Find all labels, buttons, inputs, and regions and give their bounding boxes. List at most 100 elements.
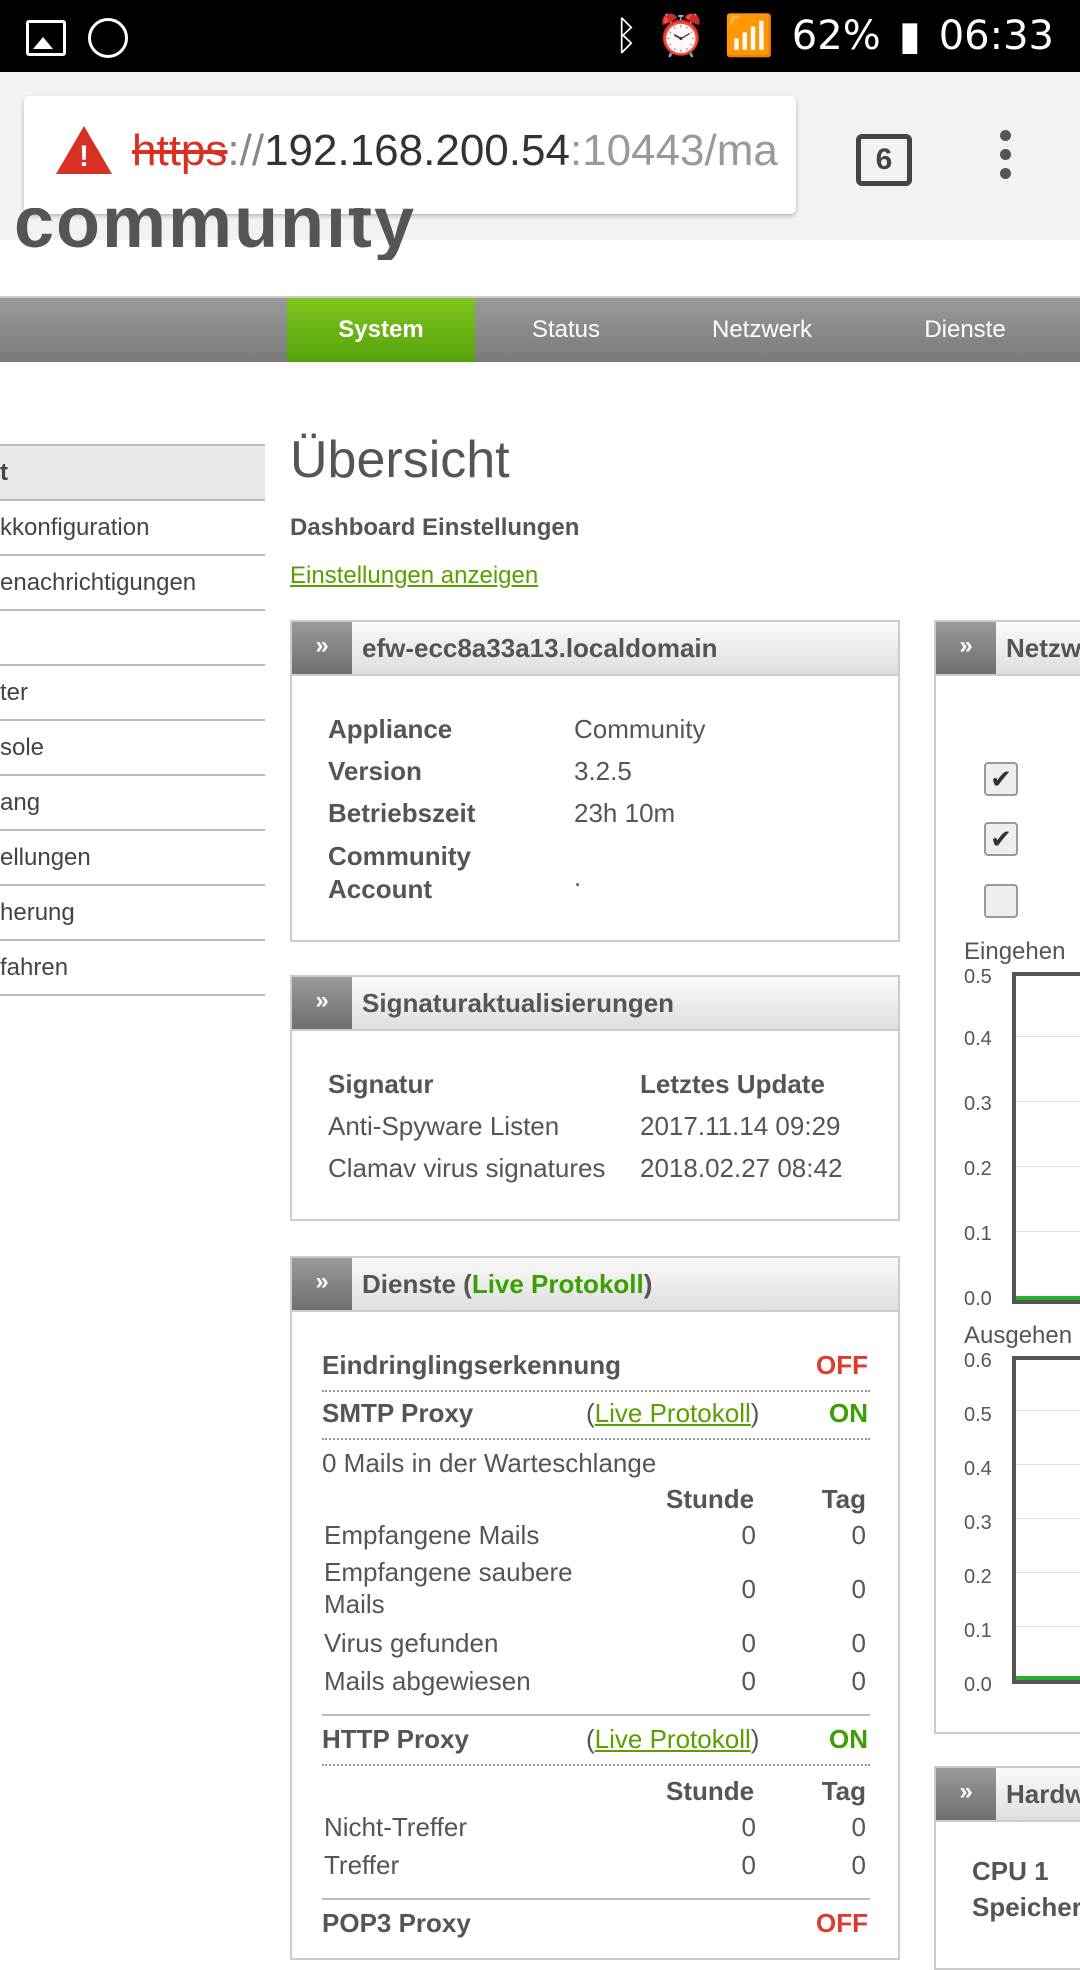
expand-arrow-icon[interactable]: » [936, 1768, 996, 1820]
y-tick: 0.1 [964, 1620, 992, 1642]
y-tick: 0.5 [964, 966, 992, 988]
sidebar-item[interactable]: fahren [0, 941, 265, 996]
y-tick: 0.2 [964, 1566, 992, 1588]
community-account-value: . [574, 862, 582, 892]
main-nav: System Status Netzwerk Dienste [0, 298, 1080, 362]
dashboard-settings-label: Dashboard Einstellungen [290, 514, 580, 541]
signature-col-header: Signatur [328, 1069, 434, 1099]
community-account-label: Community Account [328, 841, 471, 904]
hardware-panel-title: Hardw [1006, 1779, 1080, 1809]
sidebar-item[interactable] [0, 611, 265, 666]
gallery-icon [26, 20, 66, 56]
show-settings-link[interactable]: Einstellungen anzeigen [290, 562, 538, 590]
smtp-stat-day: 0 [851, 1520, 866, 1550]
y-tick: 0.4 [964, 1028, 992, 1050]
pop3-status: OFF [816, 1908, 868, 1938]
uptime-value: 23h 10m [574, 798, 676, 828]
smtp-live-log-link[interactable]: Live Protokoll [595, 1398, 751, 1428]
network-panel-header[interactable]: » Netzw [936, 622, 1080, 676]
network-checkbox-3[interactable] [984, 884, 1018, 918]
nav-system[interactable]: System [287, 298, 475, 362]
network-checkbox-1[interactable]: ✔ [984, 762, 1018, 796]
sidebar-item[interactable]: sole [0, 721, 265, 776]
outgoing-chart [1012, 1356, 1080, 1684]
signature-date: 2018.02.27 08:42 [640, 1153, 843, 1183]
url-text[interactable]: https://192.168.200.54:10443/ma [132, 126, 782, 176]
smtp-stat-day: 0 [851, 1574, 866, 1604]
cpu-label: CPU 1 [972, 1856, 1049, 1886]
hour-col-header: Stunde [666, 1484, 755, 1514]
services-panel-header[interactable]: » Dienste (Live Protokoll) [292, 1258, 898, 1312]
pop3-label: POP3 Proxy [322, 1908, 471, 1938]
y-tick: 0.4 [964, 1458, 992, 1480]
http-stat-day: 0 [851, 1812, 866, 1842]
expand-arrow-icon[interactable]: » [292, 622, 352, 674]
http-stat-hour: 0 [741, 1812, 756, 1842]
http-stat-hour: 0 [741, 1850, 756, 1880]
expand-arrow-icon[interactable]: » [292, 977, 352, 1029]
smtp-stat-name: Empfangene saubere Mails [324, 1557, 573, 1619]
bluetooth-icon: ᛒ [614, 12, 639, 59]
signature-name: Clamav virus signatures [328, 1153, 606, 1183]
overflow-menu-icon[interactable] [1000, 130, 1016, 187]
alarm-icon: ⏰ [656, 13, 706, 59]
smtp-live-log: (Live Protokoll) [586, 1398, 760, 1428]
signature-panel-title: Signaturaktualisierungen [362, 988, 675, 1018]
network-checkbox-2[interactable]: ✔ [984, 822, 1018, 856]
last-update-col-header: Letztes Update [640, 1069, 825, 1099]
incoming-series-line [1016, 1296, 1080, 1300]
host-panel-title: efw-ecc8a33a13.localdomain [362, 633, 718, 663]
signature-name: Anti-Spyware Listen [328, 1111, 560, 1141]
version-label: Version [328, 756, 422, 786]
wifi-icon: 📶 [723, 13, 774, 59]
services-panel: » Dienste (Live Protokoll) Eindringlings… [290, 1256, 900, 1960]
http-stat-day: 0 [851, 1850, 866, 1880]
expand-arrow-icon[interactable]: » [936, 622, 996, 674]
smtp-stat-hour: 0 [741, 1628, 756, 1658]
sidebar-item-active[interactable]: t [0, 444, 265, 501]
expand-arrow-icon[interactable]: » [292, 1258, 352, 1310]
sidebar-item[interactable]: ang [0, 776, 265, 831]
battery-icon: ▮ [898, 12, 921, 59]
y-tick: 0.3 [964, 1512, 992, 1534]
smtp-stat-hour: 0 [741, 1666, 756, 1696]
address-bar[interactable]: ! https://192.168.200.54:10443/ma [24, 96, 796, 214]
incoming-chart-label: Eingehen [964, 938, 1066, 965]
sidebar-item[interactable]: herung [0, 886, 265, 941]
sidebar-item[interactable]: ter [0, 666, 265, 721]
clock: 06:33 [938, 12, 1054, 59]
nav-dienste[interactable]: Dienste [867, 298, 1063, 362]
smtp-stat-hour: 0 [741, 1574, 756, 1604]
smtp-stat-day: 0 [851, 1628, 866, 1658]
network-panel: » Netzw ✔ ✔ Eingehen 0.5 0.4 0.3 0.2 0.1… [934, 620, 1080, 1734]
sidebar: t kkonfiguration enachrichtigungen ter s… [0, 444, 265, 996]
y-tick: 0.1 [964, 1223, 992, 1245]
hardware-panel: » Hardw CPU 1 Speicher [934, 1766, 1080, 1970]
y-tick: 0.5 [964, 1404, 992, 1426]
outgoing-series-line [1016, 1676, 1080, 1680]
http-live-log-link[interactable]: Live Protokoll [595, 1724, 751, 1754]
services-live-log-link[interactable]: Live Protokoll [472, 1269, 644, 1299]
day-col-header: Tag [821, 1484, 866, 1514]
sidebar-item[interactable]: enachrichtigungen [0, 556, 265, 611]
smtp-stat-name: Mails abgewiesen [324, 1666, 531, 1696]
ids-label: Eindringlingserkennung [322, 1350, 622, 1380]
tab-switcher-button[interactable]: 6 [856, 134, 912, 186]
http-status: ON [829, 1724, 868, 1754]
signature-panel-header[interactable]: » Signaturaktualisierungen [292, 977, 898, 1031]
y-tick: 0.0 [964, 1288, 992, 1310]
nav-netzwerk[interactable]: Netzwerk [657, 298, 867, 362]
incoming-chart [1012, 972, 1080, 1304]
sidebar-item[interactable]: kkonfiguration [0, 501, 265, 556]
day-col-header: Tag [821, 1776, 866, 1806]
app-notification-icon [88, 18, 128, 58]
y-tick: 0.2 [964, 1158, 992, 1180]
appliance-value: Community [574, 714, 706, 744]
signature-date: 2017.11.14 09:29 [640, 1111, 841, 1141]
sidebar-item[interactable]: ellungen [0, 831, 265, 886]
host-panel-header[interactable]: » efw-ecc8a33a13.localdomain [292, 622, 898, 676]
smtp-stat-day: 0 [851, 1666, 866, 1696]
hardware-panel-header[interactable]: » Hardw [936, 1768, 1080, 1822]
nav-status[interactable]: Status [475, 298, 657, 362]
uptime-label: Betriebszeit [328, 798, 476, 828]
